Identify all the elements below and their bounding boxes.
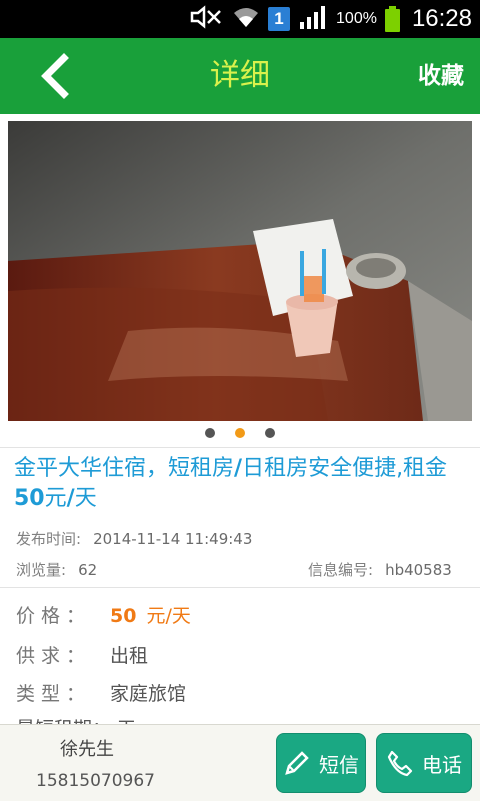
info-id-value: hb40583: [385, 561, 452, 579]
price-label: 价格：: [16, 605, 92, 627]
listing-title: 金平大华住宿，短租房/日租房安全便捷,租金50元/天: [14, 456, 448, 511]
info-id-label: 信息编号:: [308, 561, 374, 579]
signal-icon: [298, 4, 328, 34]
publish-time-row: 发布时间: 2014-11-14 11:49:43: [16, 528, 252, 549]
status-icons: 1 100% 16:28: [190, 0, 472, 38]
price-value: 50: [110, 605, 137, 627]
contact-name: 徐先生: [60, 739, 114, 760]
publish-time-value: 2014-11-14 11:49:43: [93, 530, 253, 548]
divider: [0, 587, 480, 588]
battery-icon: [384, 6, 400, 32]
favorite-button[interactable]: 收藏: [418, 38, 464, 114]
supply-value: 出租: [110, 645, 149, 667]
sms-button[interactable]: 短信: [276, 733, 366, 793]
views-row: 浏览量: 62: [16, 559, 97, 580]
views-label: 浏览量:: [16, 561, 67, 579]
wifi-icon: [232, 5, 260, 33]
detail-row-supply: 供求： 出租: [16, 641, 148, 668]
views-value: 62: [78, 561, 98, 579]
call-button-label: 电话: [422, 752, 462, 777]
pencil-icon: [285, 751, 309, 775]
carousel-indicator: [0, 428, 480, 440]
chevron-left-icon: [41, 53, 69, 99]
clock: 16:28: [411, 5, 472, 32]
contact-phone: 15815070967: [36, 771, 155, 791]
app-header: 详细 收藏: [0, 38, 480, 114]
carousel-dot-active[interactable]: [235, 428, 245, 438]
detail-row-price: 价格： 50 元/天: [16, 601, 191, 628]
detail-row-type: 类型： 家庭旅馆: [16, 679, 186, 706]
contact-bar: 徐先生 15815070967 短信 电话: [0, 724, 480, 801]
back-button[interactable]: [30, 50, 82, 102]
price-unit: 元/天: [146, 605, 191, 627]
sms-button-label: 短信: [319, 752, 359, 777]
call-button[interactable]: 电话: [376, 733, 472, 793]
listing-photo: [8, 121, 472, 421]
carousel-dot[interactable]: [265, 428, 275, 438]
info-id-row: 信息编号: hb40583: [308, 559, 452, 580]
type-label: 类型：: [16, 683, 92, 705]
sim-card-icon: 1: [268, 7, 291, 31]
type-value: 家庭旅馆: [110, 683, 187, 705]
publish-time-label: 发布时间:: [16, 530, 82, 548]
phone-icon: [387, 750, 413, 777]
mute-icon: [190, 5, 224, 33]
supply-label: 供求：: [16, 645, 92, 667]
carousel-dot[interactable]: [205, 428, 215, 438]
battery-percent: 100%: [336, 10, 377, 27]
listing-photo-carousel[interactable]: [8, 121, 472, 421]
divider: [0, 447, 480, 448]
status-bar: 1 100% 16:28: [0, 0, 480, 38]
